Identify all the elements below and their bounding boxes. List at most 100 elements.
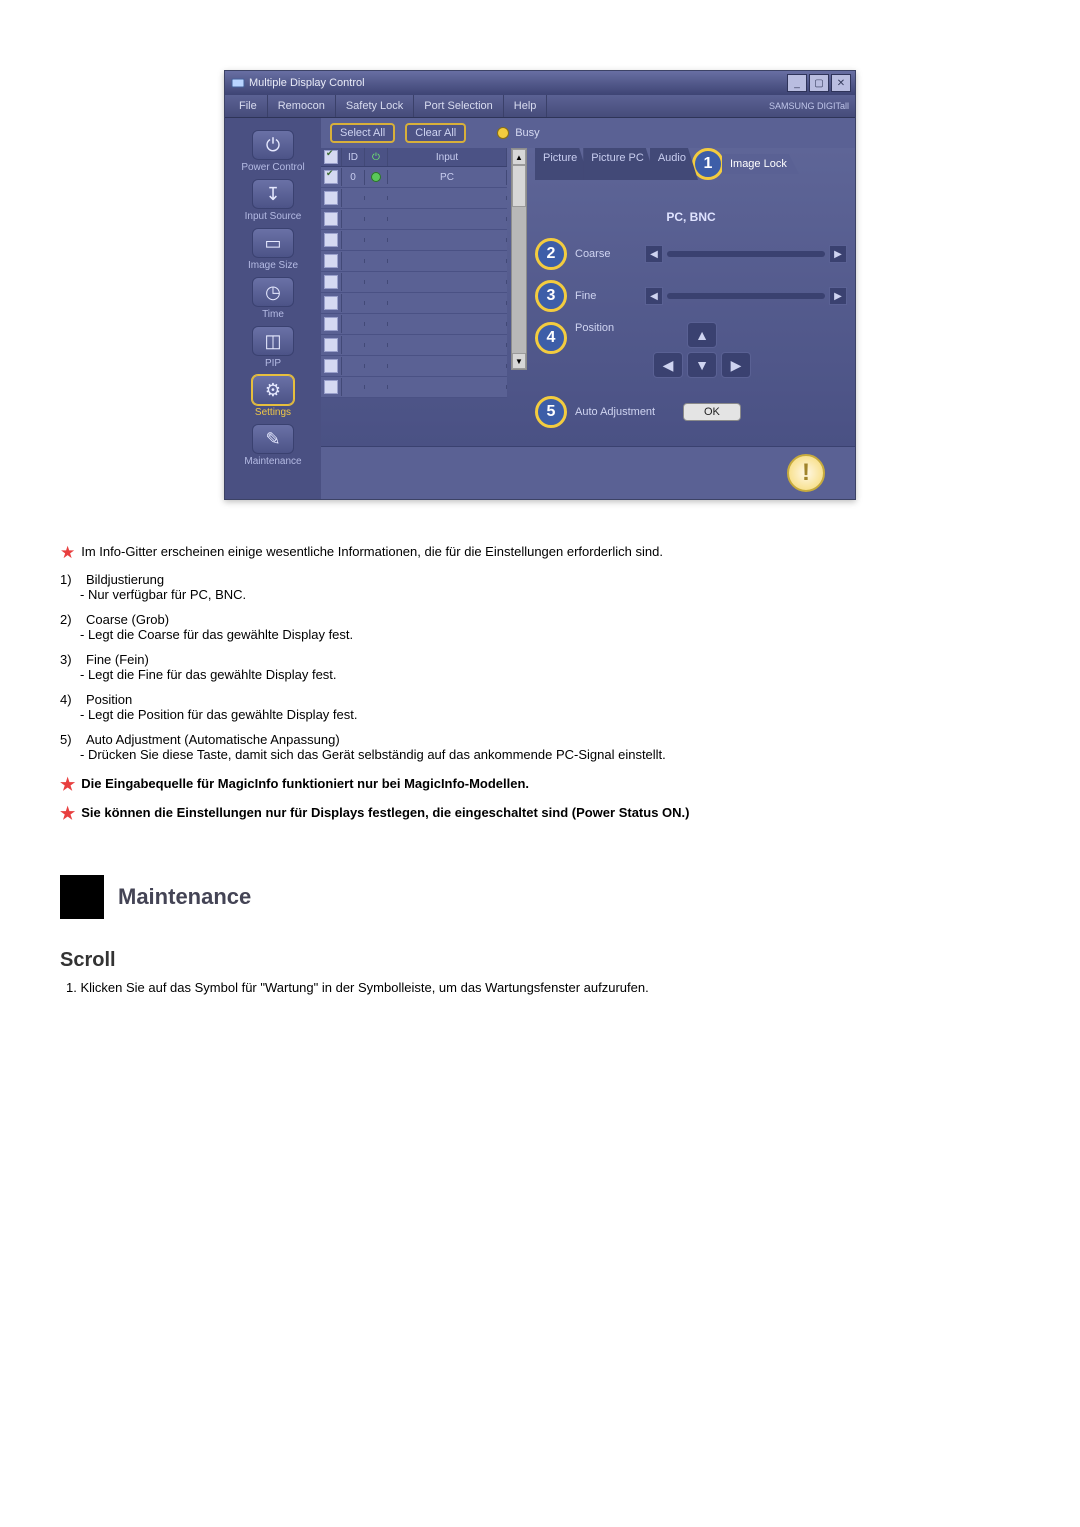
menu-safety-lock[interactable]: Safety Lock xyxy=(336,95,414,117)
menu-help[interactable]: Help xyxy=(504,95,548,117)
table-row[interactable] xyxy=(321,377,507,398)
doc-num-4: 4) xyxy=(60,692,86,707)
section-heading-maintenance: Maintenance xyxy=(118,884,251,910)
row-id: 0 xyxy=(342,170,365,185)
sidebar-item-input[interactable]: ↧ Input Source xyxy=(233,175,313,222)
table-row[interactable] xyxy=(321,230,507,251)
sidebar-label-image: Image Size xyxy=(233,260,313,271)
toolbar: Select All Clear All Busy xyxy=(321,118,855,148)
doc-num-2: 2) xyxy=(60,612,86,627)
tab-picture-pc[interactable]: Picture PC xyxy=(583,148,656,180)
coarse-slider[interactable]: ◀ ▶ xyxy=(645,245,847,263)
doc-item-3-title: Fine (Fein) xyxy=(86,652,149,667)
doc-item-1-title: Bildjustierung xyxy=(86,572,164,587)
sidebar-item-power[interactable]: ⏻ Power Control xyxy=(233,126,313,173)
grid-header-input: Input xyxy=(388,148,507,166)
grid-header-id: ID xyxy=(342,148,365,166)
table-row[interactable] xyxy=(321,188,507,209)
sidebar: ⏻ Power Control ↧ Input Source ▭ Image S… xyxy=(225,118,321,499)
star-icon: ★ xyxy=(60,801,75,827)
table-row[interactable]: 0 PC xyxy=(321,167,507,188)
subsection-heading-scroll: Scroll xyxy=(60,949,1020,972)
table-row[interactable] xyxy=(321,314,507,335)
doc-num-1: 1) xyxy=(60,572,86,587)
fine-label: Fine xyxy=(575,290,637,302)
menu-remocon[interactable]: Remocon xyxy=(268,95,336,117)
titlebar[interactable]: Multiple Display Control _ ▢ ✕ xyxy=(225,71,855,95)
grid-header: ID ⏻ Input xyxy=(321,148,507,167)
grid-header-check-icon[interactable] xyxy=(321,148,342,166)
callout-3: 3 xyxy=(535,280,567,312)
doc-item-2-detail: - Legt die Coarse für das gewählte Displ… xyxy=(80,627,1020,642)
sidebar-label-settings: Settings xyxy=(233,407,313,418)
callout-1: 1 xyxy=(692,148,724,180)
doc-intro: Im Info-Gitter erscheinen einige wesentl… xyxy=(81,544,663,559)
position-pad: ▲ ◀ ▼ ▶ xyxy=(653,322,751,378)
doc-body: ★ Im Info-Gitter erscheinen einige wesent… xyxy=(60,540,1020,997)
doc-num-5: 5) xyxy=(60,732,86,747)
app-icon xyxy=(231,76,245,90)
row-power-led-icon xyxy=(365,170,388,184)
doc-item-3-detail: - Legt die Fine für das gewählte Display… xyxy=(80,667,1020,682)
settings-icon: ⚙ xyxy=(252,375,294,405)
ok-button[interactable]: OK xyxy=(683,403,741,421)
input-icon: ↧ xyxy=(252,179,294,209)
sidebar-label-pip: PIP xyxy=(233,358,313,369)
arrow-left-icon[interactable]: ◀ xyxy=(645,245,663,263)
minimize-button[interactable]: _ xyxy=(787,74,807,92)
coarse-label: Coarse xyxy=(575,248,637,260)
scroll-thumb[interactable] xyxy=(512,165,526,207)
clear-all-button[interactable]: Clear All xyxy=(406,124,465,142)
table-row[interactable] xyxy=(321,335,507,356)
star-icon: ★ xyxy=(60,772,75,798)
scroll-down-icon[interactable]: ▼ xyxy=(512,353,526,369)
table-row[interactable] xyxy=(321,272,507,293)
settings-tabs: Picture Picture PC Audio 1 Image Lock xyxy=(535,148,847,180)
grid-scrollbar[interactable]: ▲ ▼ xyxy=(511,148,527,370)
close-button[interactable]: ✕ xyxy=(831,74,851,92)
doc-scroll-1: 1. Klicken Sie auf das Symbol für "Wartu… xyxy=(66,978,1020,998)
position-right-button[interactable]: ▶ xyxy=(721,352,751,378)
power-icon: ⏻ xyxy=(252,130,294,160)
menu-port-selection[interactable]: Port Selection xyxy=(414,95,503,117)
callout-2: 2 xyxy=(535,238,567,270)
menu-file[interactable]: File xyxy=(229,95,268,117)
sidebar-item-pip[interactable]: ◫ PIP xyxy=(233,322,313,369)
callout-5: 5 xyxy=(535,396,567,428)
position-down-button[interactable]: ▼ xyxy=(687,352,717,378)
sidebar-label-power: Power Control xyxy=(233,162,313,173)
image-size-icon: ▭ xyxy=(252,228,294,258)
tab-audio[interactable]: Audio xyxy=(650,148,698,180)
position-up-button[interactable]: ▲ xyxy=(687,322,717,348)
row-input: PC xyxy=(388,170,507,185)
statusbar: ! xyxy=(321,446,855,499)
table-row[interactable] xyxy=(321,293,507,314)
sidebar-item-time[interactable]: ◷ Time xyxy=(233,273,313,320)
scroll-up-icon[interactable]: ▲ xyxy=(512,149,526,165)
warning-icon: ! xyxy=(787,454,825,492)
pip-icon: ◫ xyxy=(252,326,294,356)
sidebar-item-image-size[interactable]: ▭ Image Size xyxy=(233,224,313,271)
sidebar-item-settings[interactable]: ⚙ Settings xyxy=(233,371,313,418)
auto-adjust-label: Auto Adjustment xyxy=(575,406,675,418)
row-checkbox[interactable] xyxy=(321,168,342,186)
table-row[interactable] xyxy=(321,356,507,377)
fine-slider[interactable]: ◀ ▶ xyxy=(645,287,847,305)
maximize-button[interactable]: ▢ xyxy=(809,74,829,92)
doc-item-4-detail: - Legt die Position für das gewählte Dis… xyxy=(80,707,1020,722)
position-left-button[interactable]: ◀ xyxy=(653,352,683,378)
tab-image-lock[interactable]: Image Lock xyxy=(722,154,799,174)
table-row[interactable] xyxy=(321,251,507,272)
arrow-right-icon[interactable]: ▶ xyxy=(829,287,847,305)
doc-item-5-title: Auto Adjustment (Automatische Anpassung) xyxy=(86,732,340,747)
settings-panel: Picture Picture PC Audio 1 Image Lock PC… xyxy=(527,148,855,446)
table-row[interactable] xyxy=(321,209,507,230)
menubar: File Remocon Safety Lock Port Selection … xyxy=(225,95,855,118)
arrow-right-icon[interactable]: ▶ xyxy=(829,245,847,263)
select-all-button[interactable]: Select All xyxy=(331,124,394,142)
tab-picture[interactable]: Picture xyxy=(535,148,589,180)
arrow-left-icon[interactable]: ◀ xyxy=(645,287,663,305)
sidebar-item-maintenance[interactable]: ✎ Maintenance xyxy=(233,420,313,467)
doc-item-2-title: Coarse (Grob) xyxy=(86,612,169,627)
sidebar-label-input: Input Source xyxy=(233,211,313,222)
